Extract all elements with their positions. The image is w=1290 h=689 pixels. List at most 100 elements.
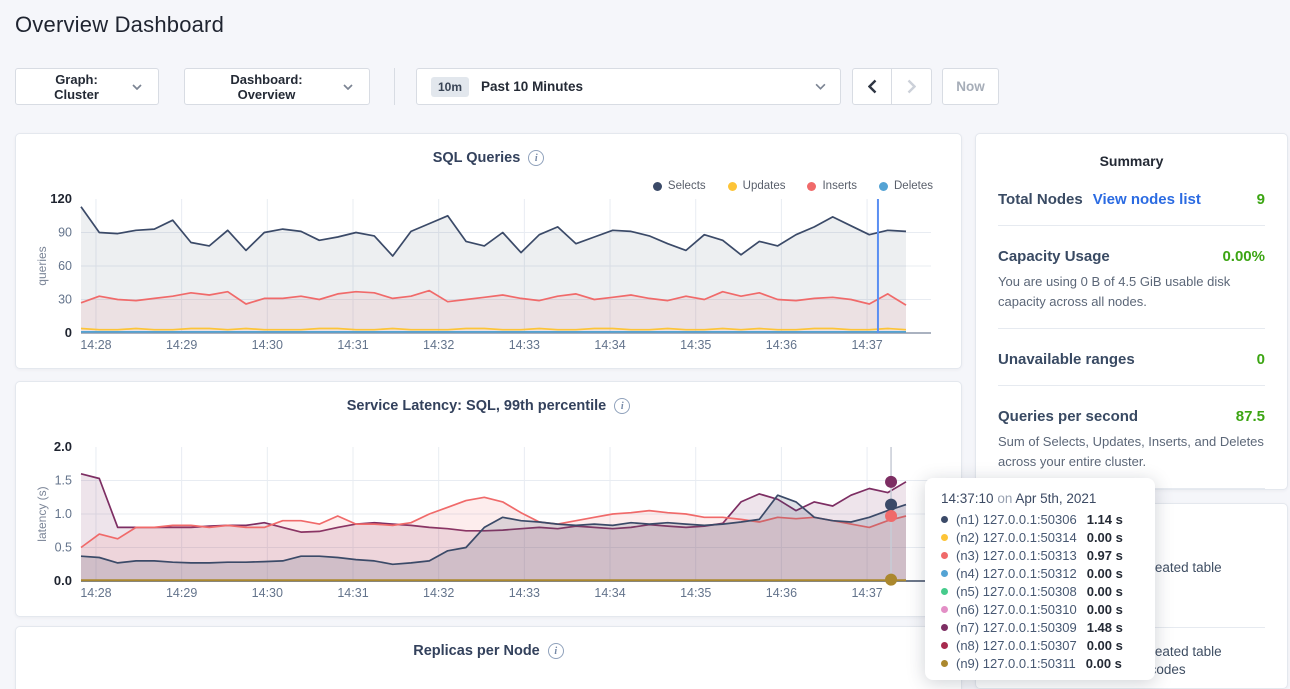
tooltip-row: (n6) 127.0.0.1:50310 0.00 s	[941, 600, 1141, 618]
view-nodes-list-link[interactable]: View nodes list	[1093, 191, 1201, 208]
node-address: (n5) 127.0.0.1:50308	[956, 584, 1077, 599]
legend-item-updates[interactable]: Updates	[728, 180, 786, 192]
sql-queries-chart-card: SQL Queries i Selects Updates Inserts Delet…	[15, 133, 962, 369]
svg-text:14:28: 14:28	[80, 586, 111, 600]
graph-dropdown-label: Graph: Cluster	[32, 72, 121, 102]
node-latency-value: 0.00 s	[1087, 602, 1123, 617]
tooltip-row: (n3) 127.0.0.1:50313 0.97 s	[941, 546, 1141, 564]
legend-item-deletes[interactable]: Deletes	[879, 180, 933, 192]
svg-text:14:29: 14:29	[166, 586, 197, 600]
time-step-buttons	[852, 68, 932, 105]
queries-per-second-label: Queries per second	[998, 408, 1138, 425]
svg-text:30: 30	[58, 293, 72, 307]
replicas-per-node-chart-card: Replicas per Node i	[15, 626, 962, 689]
legend-item-inserts[interactable]: Inserts	[807, 180, 857, 192]
node-color-dot	[941, 660, 948, 667]
time-next-button[interactable]	[892, 68, 932, 105]
tooltip-time: 14:37:10	[941, 491, 994, 506]
now-button[interactable]: Now	[942, 68, 999, 105]
node-address: (n3) 127.0.0.1:50313	[956, 548, 1077, 563]
unavailable-ranges-value: 0	[1257, 351, 1265, 368]
svg-text:latency (s): latency (s)	[35, 486, 49, 541]
node-address: (n4) 127.0.0.1:50312	[956, 566, 1077, 581]
legend-label: Updates	[743, 180, 786, 192]
page-title: Overview Dashboard	[15, 12, 224, 38]
svg-text:14:35: 14:35	[680, 586, 711, 600]
chevron-right-icon	[907, 79, 916, 94]
info-icon[interactable]: i	[528, 150, 544, 166]
legend-label: Inserts	[822, 180, 857, 192]
svg-text:1.0: 1.0	[55, 507, 72, 521]
sql-queries-chart-title: SQL Queries	[433, 150, 521, 166]
svg-text:120: 120	[50, 194, 72, 206]
svg-text:14:32: 14:32	[423, 586, 454, 600]
replicas-chart-title: Replicas per Node	[413, 643, 540, 659]
legend-label: Selects	[668, 180, 706, 192]
svg-text:14:37: 14:37	[851, 586, 882, 600]
svg-text:14:33: 14:33	[509, 338, 540, 352]
capacity-usage-description: You are using 0 B of 4.5 GiB usable disk…	[998, 272, 1265, 311]
time-range-badge: 10m	[431, 77, 469, 97]
node-address: (n9) 127.0.0.1:50311	[956, 656, 1076, 671]
legend-dot	[728, 182, 737, 191]
legend-label: Deletes	[894, 180, 933, 192]
chart-hover-tooltip: 14:37:10 on Apr 5th, 2021 (n1) 127.0.0.1…	[925, 478, 1155, 680]
dashboard-controls: Graph: Cluster Dashboard: Overview 10m P…	[15, 68, 999, 105]
tooltip-row: (n7) 127.0.0.1:503091.48 s	[941, 618, 1141, 636]
time-range-selector[interactable]: 10m Past 10 Minutes	[416, 68, 841, 105]
legend-item-selects[interactable]: Selects	[653, 180, 706, 192]
svg-text:1.5: 1.5	[55, 474, 72, 488]
info-icon[interactable]: i	[614, 398, 630, 414]
svg-text:14:30: 14:30	[252, 586, 283, 600]
sql-queries-chart[interactable]: 14:2814:2914:3014:3114:3214:3314:3414:35…	[16, 194, 961, 359]
node-color-dot	[941, 552, 948, 559]
time-prev-button[interactable]	[852, 68, 892, 105]
summary-row-capacity: Capacity Usage 0.00%	[998, 248, 1265, 265]
tooltip-timestamp: 14:37:10 on Apr 5th, 2021	[941, 491, 1141, 506]
tooltip-on: on	[997, 491, 1012, 506]
tooltip-row: (n8) 127.0.0.1:503070.00 s	[941, 636, 1141, 654]
capacity-usage-label: Capacity Usage	[998, 248, 1110, 265]
svg-text:14:34: 14:34	[594, 338, 625, 352]
svg-text:14:31: 14:31	[337, 338, 368, 352]
tooltip-row: (n1) 127.0.0.1:503061.14 s	[941, 510, 1141, 528]
chevron-down-icon	[815, 83, 826, 90]
summary-divider	[998, 328, 1265, 329]
summary-row-unavailable-ranges: Unavailable ranges 0	[998, 351, 1265, 368]
total-nodes-value: 9	[1257, 191, 1265, 208]
unavailable-ranges-label: Unavailable ranges	[998, 351, 1135, 368]
svg-text:60: 60	[58, 259, 72, 273]
svg-text:14:28: 14:28	[80, 338, 111, 352]
summary-title: Summary	[998, 153, 1265, 169]
node-color-dot	[941, 606, 948, 613]
tooltip-row: (n9) 127.0.0.1:50311 0.00 s	[941, 654, 1141, 672]
node-latency-value: 0.00 s	[1087, 566, 1123, 581]
node-address: (n2) 127.0.0.1:50314	[956, 530, 1077, 545]
summary-row-total-nodes: Total Nodes View nodes list 9	[998, 191, 1265, 208]
legend-dot	[807, 182, 816, 191]
node-color-dot	[941, 588, 948, 595]
qps-description: Sum of Selects, Updates, Inserts, and De…	[998, 432, 1265, 471]
svg-text:queries: queries	[35, 246, 49, 285]
chevron-down-icon	[343, 84, 353, 90]
node-address: (n6) 127.0.0.1:50310	[956, 602, 1077, 617]
node-color-dot	[941, 516, 948, 523]
info-icon[interactable]: i	[548, 643, 564, 659]
dashboard-dropdown[interactable]: Dashboard: Overview	[184, 68, 370, 105]
svg-text:14:37: 14:37	[851, 338, 882, 352]
node-color-dot	[941, 534, 948, 541]
tooltip-row: (n2) 127.0.0.1:50314 0.00 s	[941, 528, 1141, 546]
node-latency-value: 0.00 s	[1087, 530, 1123, 545]
node-latency-value: 0.97 s	[1087, 548, 1123, 563]
svg-text:14:32: 14:32	[423, 338, 454, 352]
node-latency-value: 0.00 s	[1086, 656, 1122, 671]
svg-text:0.0: 0.0	[54, 573, 72, 588]
svg-text:90: 90	[58, 226, 72, 240]
service-latency-chart-title: Service Latency: SQL, 99th percentile	[347, 398, 607, 414]
svg-text:0.5: 0.5	[55, 541, 72, 555]
graph-dropdown[interactable]: Graph: Cluster	[15, 68, 159, 105]
service-latency-chart[interactable]: 14:2814:2914:3014:3114:3214:3314:3414:35…	[16, 442, 961, 607]
summary-divider	[998, 225, 1265, 226]
svg-text:14:33: 14:33	[509, 586, 540, 600]
legend-dot	[653, 182, 662, 191]
